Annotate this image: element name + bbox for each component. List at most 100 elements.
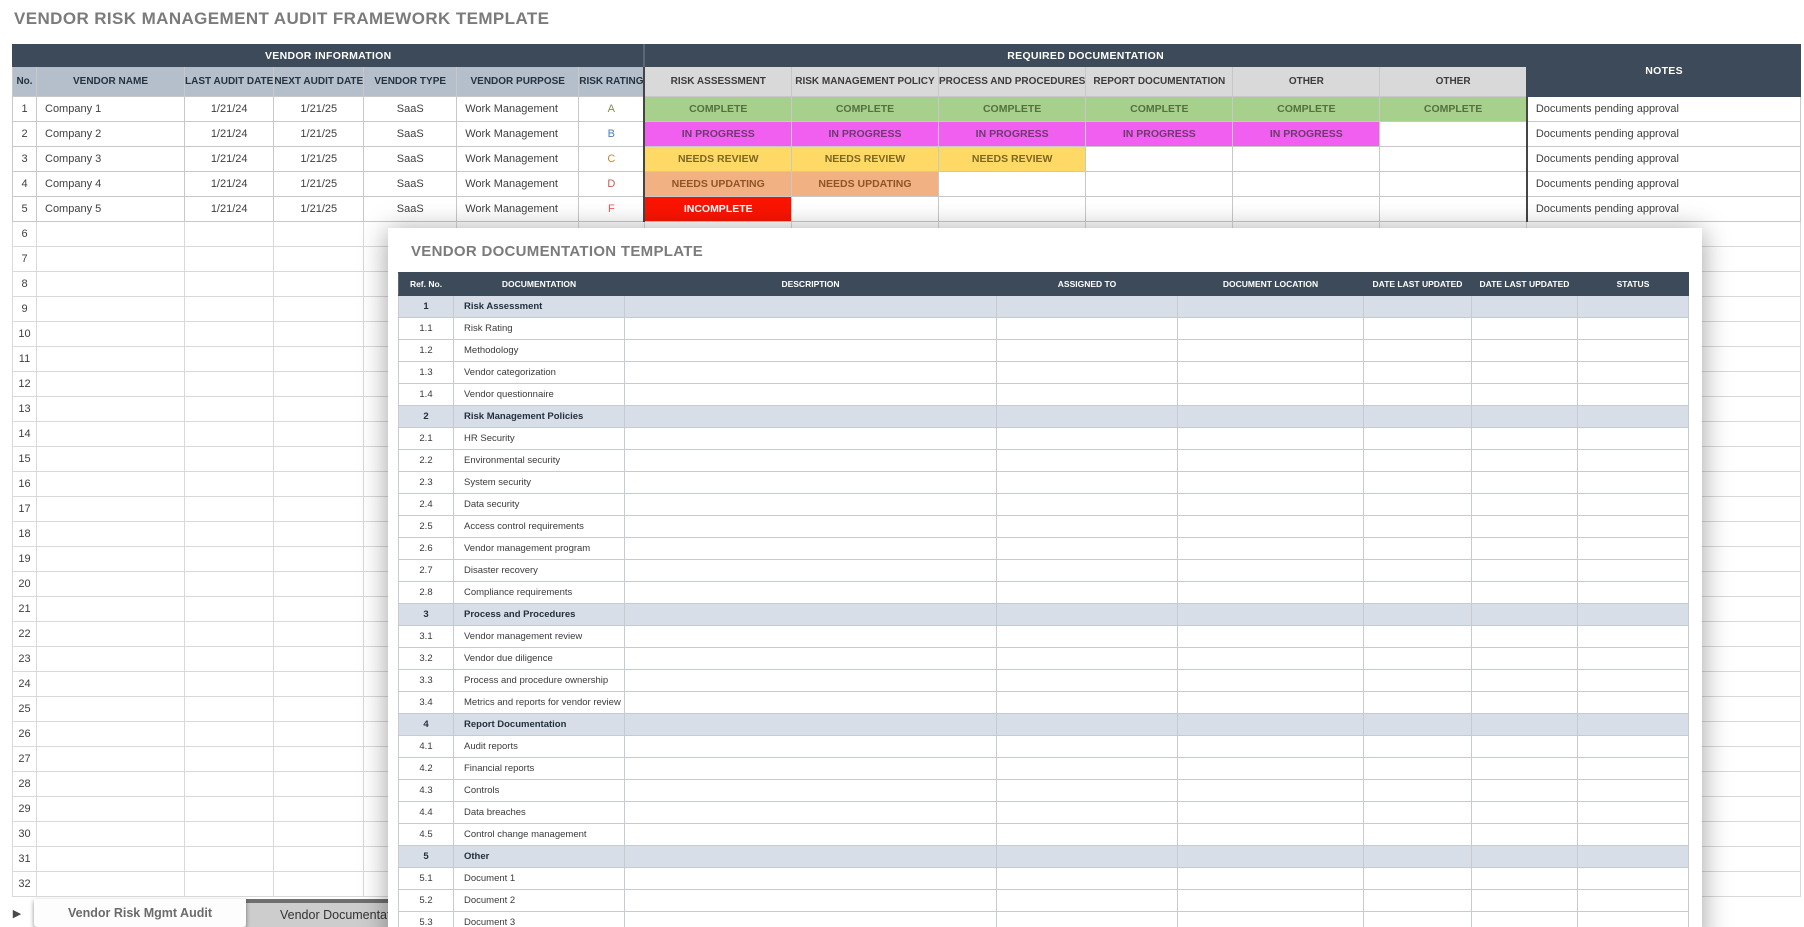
cell-empty[interactable] [37, 772, 185, 797]
cell-empty[interactable] [625, 648, 997, 670]
cell-empty[interactable] [1578, 912, 1689, 927]
row-number[interactable]: 9 [13, 297, 37, 322]
cell-next-audit-date[interactable]: 1/21/25 [274, 197, 364, 222]
cell-notes[interactable]: Documents pending approval [1527, 197, 1801, 222]
cell-empty[interactable] [274, 622, 364, 647]
cell-vendor-type[interactable]: SaaS [364, 197, 457, 222]
cell-empty[interactable] [185, 347, 274, 372]
cell-empty[interactable] [625, 406, 997, 428]
cell-status[interactable]: IN PROGRESS [791, 122, 938, 147]
cell-empty[interactable] [1472, 560, 1578, 582]
cell-status[interactable]: COMPLETE [644, 97, 791, 122]
cell-empty[interactable] [1578, 846, 1689, 868]
cell-empty[interactable] [274, 322, 364, 347]
cell-empty[interactable] [1578, 494, 1689, 516]
cell-notes[interactable]: Documents pending approval [1527, 147, 1801, 172]
cell-last-audit-date[interactable]: 1/21/24 [185, 197, 274, 222]
cell-empty[interactable] [274, 497, 364, 522]
cell-empty[interactable] [1178, 340, 1364, 362]
cell-ref-no[interactable]: 4 [399, 714, 454, 736]
cell-vendor-type[interactable]: SaaS [364, 147, 457, 172]
cell-documentation[interactable]: Compliance requirements [454, 582, 625, 604]
cell-empty[interactable] [1178, 516, 1364, 538]
cell-empty[interactable] [1578, 890, 1689, 912]
cell-documentation[interactable]: Methodology [454, 340, 625, 362]
cell-status[interactable] [1380, 172, 1527, 197]
cell-status[interactable]: IN PROGRESS [1233, 122, 1380, 147]
row-number[interactable]: 20 [13, 572, 37, 597]
row-number[interactable]: 12 [13, 372, 37, 397]
cell-empty[interactable] [185, 272, 274, 297]
group-header-required-documentation[interactable]: REQUIRED DOCUMENTATION [644, 45, 1526, 67]
cell-risk-rating[interactable]: A [579, 97, 645, 122]
cell-vendor-purpose[interactable]: Work Management [457, 147, 579, 172]
cell-status[interactable] [1086, 197, 1233, 222]
cell-status[interactable] [1380, 147, 1527, 172]
cell-empty[interactable] [997, 670, 1178, 692]
cell-empty[interactable] [1578, 736, 1689, 758]
cell-empty[interactable] [997, 538, 1178, 560]
cell-documentation[interactable]: Vendor questionnaire [454, 384, 625, 406]
row-number[interactable]: 14 [13, 422, 37, 447]
cell-empty[interactable] [1578, 318, 1689, 340]
cell-status[interactable]: COMPLETE [938, 97, 1085, 122]
column-header-description[interactable]: DESCRIPTION [625, 273, 997, 296]
cell-empty[interactable] [1178, 472, 1364, 494]
cell-risk-rating[interactable]: C [579, 147, 645, 172]
cell-status[interactable] [938, 197, 1085, 222]
row-number[interactable]: 5 [13, 197, 37, 222]
cell-documentation[interactable]: Data breaches [454, 802, 625, 824]
column-header-report-documentation[interactable]: REPORT DOCUMENTATION [1086, 67, 1233, 97]
row-number[interactable]: 24 [13, 672, 37, 697]
row-number[interactable]: 3 [13, 147, 37, 172]
cell-empty[interactable] [1364, 912, 1472, 927]
column-header-last-audit-date[interactable]: LAST AUDIT DATE [185, 67, 274, 97]
cell-documentation[interactable]: Vendor due diligence [454, 648, 625, 670]
cell-empty[interactable] [625, 670, 997, 692]
cell-empty[interactable] [1578, 802, 1689, 824]
cell-empty[interactable] [625, 736, 997, 758]
cell-ref-no[interactable]: 2.5 [399, 516, 454, 538]
cell-empty[interactable] [625, 582, 997, 604]
cell-documentation[interactable]: Control change management [454, 824, 625, 846]
cell-empty[interactable] [625, 692, 997, 714]
group-header-vendor-information[interactable]: VENDOR INFORMATION [13, 45, 645, 67]
cell-status[interactable]: INCOMPLETE [644, 197, 791, 222]
cell-documentation[interactable]: Risk Management Policies [454, 406, 625, 428]
column-header-documentation[interactable]: DOCUMENTATION [454, 273, 625, 296]
cell-empty[interactable] [997, 780, 1178, 802]
cell-empty[interactable] [1178, 758, 1364, 780]
column-header-ref-no[interactable]: Ref. No. [399, 273, 454, 296]
cell-empty[interactable] [1578, 296, 1689, 318]
column-header-notes[interactable]: NOTES [1527, 45, 1801, 97]
cell-empty[interactable] [1178, 802, 1364, 824]
cell-status[interactable]: COMPLETE [1380, 97, 1527, 122]
cell-empty[interactable] [274, 522, 364, 547]
cell-status[interactable] [938, 172, 1085, 197]
cell-empty[interactable] [1364, 868, 1472, 890]
cell-ref-no[interactable]: 2.3 [399, 472, 454, 494]
column-header-assigned-to[interactable]: ASSIGNED TO [997, 273, 1178, 296]
cell-empty[interactable] [1178, 912, 1364, 927]
cell-empty[interactable] [1472, 846, 1578, 868]
cell-empty[interactable] [274, 447, 364, 472]
column-header-risk-management-policy[interactable]: RISK MANAGEMENT POLICY [791, 67, 938, 97]
cell-empty[interactable] [274, 247, 364, 272]
cell-empty[interactable] [185, 322, 274, 347]
cell-empty[interactable] [274, 647, 364, 672]
cell-empty[interactable] [185, 297, 274, 322]
cell-documentation[interactable]: Vendor management review [454, 626, 625, 648]
cell-empty[interactable] [1364, 538, 1472, 560]
cell-empty[interactable] [1472, 780, 1578, 802]
cell-vendor-name[interactable]: Company 2 [37, 122, 185, 147]
cell-empty[interactable] [37, 397, 185, 422]
row-number[interactable]: 27 [13, 747, 37, 772]
cell-empty[interactable] [1364, 362, 1472, 384]
cell-ref-no[interactable]: 1.3 [399, 362, 454, 384]
cell-empty[interactable] [1178, 846, 1364, 868]
cell-empty[interactable] [997, 362, 1178, 384]
cell-empty[interactable] [1578, 780, 1689, 802]
cell-empty[interactable] [1364, 318, 1472, 340]
cell-empty[interactable] [1364, 582, 1472, 604]
cell-empty[interactable] [185, 247, 274, 272]
